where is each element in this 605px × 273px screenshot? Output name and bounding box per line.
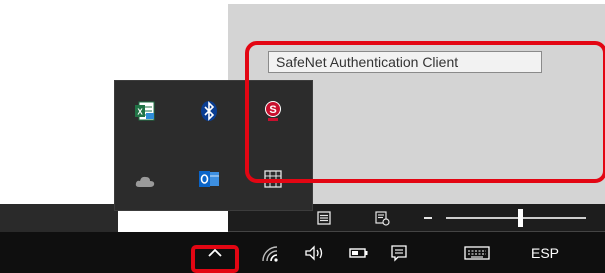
- bluetooth-icon[interactable]: [197, 99, 221, 123]
- brightness-slider-track[interactable]: [446, 217, 586, 219]
- tooltip-highlight-annotation: [245, 41, 605, 183]
- keyboard-icon[interactable]: [460, 232, 494, 273]
- language-indicator[interactable]: ESP: [525, 232, 565, 273]
- brightness-slider-thumb[interactable]: [518, 209, 523, 227]
- excel-icon[interactable]: X: [133, 99, 157, 123]
- taskbar: ESP: [0, 232, 605, 273]
- network-icon[interactable]: [255, 232, 285, 273]
- language-label: ESP: [530, 244, 559, 261]
- volume-icon[interactable]: [300, 232, 330, 273]
- outlook-icon[interactable]: [197, 167, 221, 191]
- display-settings-icon[interactable]: [370, 204, 394, 232]
- svg-text:X: X: [137, 108, 143, 117]
- action-center-icon[interactable]: [384, 232, 414, 273]
- battery-icon[interactable]: [344, 232, 374, 273]
- background-dark-strip: [0, 204, 118, 232]
- chevron-highlight-annotation: [191, 245, 239, 273]
- list-icon[interactable]: [312, 204, 336, 232]
- slider-minus-mark: [424, 217, 432, 219]
- onedrive-icon[interactable]: [133, 169, 157, 193]
